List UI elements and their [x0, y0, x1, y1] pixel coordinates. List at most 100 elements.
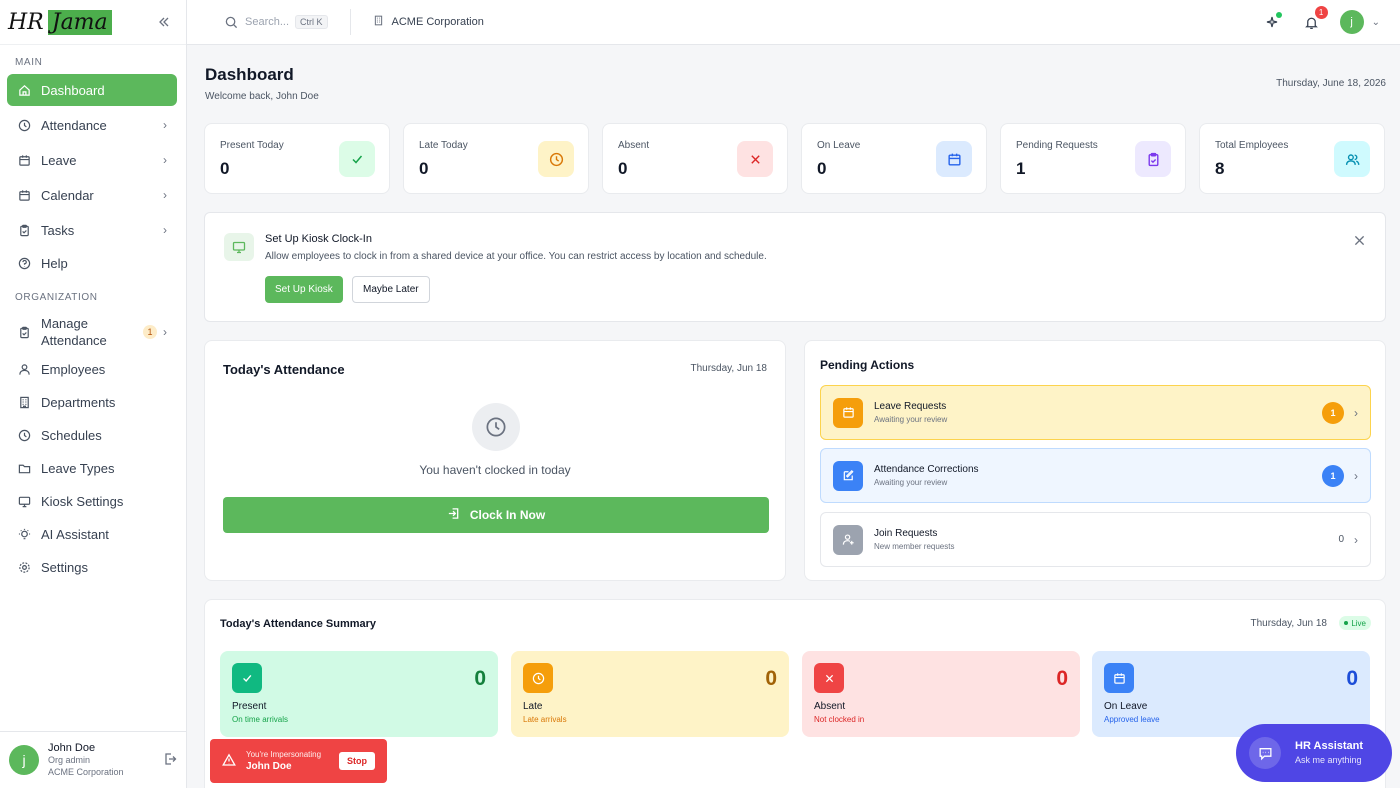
tile-value: 0	[1346, 667, 1358, 690]
notification-badge: 1	[1314, 6, 1328, 19]
sidebar-item-label: Settings	[41, 559, 88, 575]
sidebar-item-kiosk-settings[interactable]: Kiosk Settings	[7, 485, 177, 517]
pending-row-text: Leave Requests Awaiting your review	[874, 400, 947, 426]
org-switcher[interactable]: ACME Corporation	[373, 15, 484, 29]
card-date: Thursday, Jun 18	[1250, 618, 1327, 629]
stat-label: On Leave	[817, 140, 861, 151]
sidebar-item-ai-assistant[interactable]: AI Assistant	[7, 518, 177, 550]
check-icon	[232, 663, 262, 693]
help-circle-icon	[17, 256, 31, 270]
clock-icon	[17, 118, 31, 132]
avatar[interactable]: j	[9, 745, 39, 775]
impersonation-text: You're Impersonating John Doe	[246, 749, 321, 773]
sidebar-item-calendar[interactable]: Calendar ›	[7, 179, 177, 211]
live-label: Live	[1351, 618, 1366, 628]
card-title: Pending Actions	[820, 358, 915, 372]
clock-in-button[interactable]: Clock In Now	[223, 497, 769, 533]
kiosk-description: Allow employees to clock in from a share…	[265, 251, 767, 262]
pending-row-title: Join Requests	[874, 527, 938, 539]
pending-row-join-requests[interactable]: Join Requests New member requests 0 ›	[820, 512, 1371, 567]
edit-icon	[833, 460, 863, 491]
monitor-icon	[224, 233, 254, 261]
sidebar-item-schedules[interactable]: Schedules	[7, 419, 177, 451]
clock-in-label: Clock In Now	[469, 508, 546, 522]
org-name: ACME Corporation	[391, 16, 484, 28]
sidebar-item-label: AI Assistant	[41, 526, 109, 542]
sidebar-item-label-wrap: Manage Attendance	[41, 315, 107, 349]
stat-card-present: Present Today 0	[204, 123, 390, 194]
tile-label: Present	[232, 701, 267, 712]
tile-label: Absent	[814, 701, 846, 712]
section-label-organization: ORGANIZATION	[15, 292, 98, 303]
calendar-icon	[1104, 663, 1134, 693]
monitor-icon	[17, 494, 31, 508]
close-icon[interactable]	[1354, 233, 1365, 249]
sidebar-item-leave[interactable]: Leave ›	[7, 144, 177, 176]
sidebar-item-attendance[interactable]: Attendance ›	[7, 109, 177, 141]
clipboard-check-icon	[17, 325, 31, 339]
avatar[interactable]: j	[1339, 10, 1364, 34]
sidebar-item-dashboard[interactable]: Dashboard	[7, 74, 177, 106]
sidebar-item-label: Help	[41, 255, 68, 271]
logout-icon[interactable]	[163, 752, 177, 769]
assistant-title: HR Assistant	[1295, 740, 1364, 752]
sidebar-item-manage-attendance[interactable]: Manage Attendance 1 ›	[7, 312, 177, 352]
stat-card-on-leave: On Leave 0	[801, 123, 987, 194]
sidebar-item-label: Departments	[41, 394, 116, 410]
sidebar-item-label: Employees	[41, 361, 106, 377]
stop-impersonating-button[interactable]: Stop	[339, 752, 375, 770]
count-badge: 1	[1322, 401, 1344, 424]
gear-icon	[17, 560, 31, 574]
sidebar-user-card: j John Doe Org admin ACME Corporation	[0, 731, 186, 788]
impersonated-user: John Doe	[246, 761, 292, 772]
tile-subtitle: Not clocked in	[814, 715, 865, 724]
pending-row-text: Join Requests New member requests	[874, 527, 954, 553]
stat-label: Absent	[618, 140, 650, 151]
pending-badge: 1	[143, 325, 157, 339]
search-input[interactable]: Search... Ctrl K	[225, 15, 328, 29]
app-logo[interactable]: HR Jama	[8, 9, 112, 35]
pending-row-subtitle: Awaiting your review	[874, 414, 948, 424]
card-title: Today's Attendance	[223, 362, 345, 377]
status-dot	[1275, 12, 1282, 18]
sidebar-item-label: Tasks	[41, 222, 75, 238]
pending-row-title: Attendance Corrections	[874, 463, 979, 475]
sidebar-item-departments[interactable]: Departments	[7, 386, 177, 418]
impersonation-notice: You're Impersonating	[246, 750, 322, 759]
chevron-right-icon: ›	[1354, 532, 1358, 547]
stat-card-late: Late Today 0	[403, 123, 589, 194]
calendar-icon	[936, 141, 972, 177]
sidebar-item-label: Leave	[41, 152, 77, 168]
chevron-down-icon[interactable]: ⌄	[1372, 17, 1380, 28]
maybe-later-button[interactable]: Maybe Later	[352, 276, 430, 303]
sparkle-button[interactable]	[1262, 12, 1282, 32]
sidebar-item-employees[interactable]: Employees	[7, 353, 177, 385]
chevron-right-icon: ›	[163, 188, 167, 202]
pending-row-attendance-corrections[interactable]: Attendance Corrections Awaiting your rev…	[820, 448, 1371, 503]
hr-assistant-button[interactable]: HR Assistant Ask me anything	[1236, 724, 1392, 782]
sidebar-item-label: Leave Types	[41, 460, 115, 476]
notifications-button[interactable]: 1	[1302, 6, 1328, 32]
tile-subtitle: On time arrivals	[232, 715, 289, 724]
pending-row-text: Attendance Corrections Awaiting your rev…	[874, 463, 979, 489]
sidebar-item-help[interactable]: Help	[7, 247, 177, 279]
chat-icon	[1249, 737, 1281, 769]
sidebar-item-leave-types[interactable]: Leave Types	[7, 452, 177, 484]
log-in-icon	[447, 507, 460, 523]
summary-tile-absent[interactable]: 0 Absent Not clocked in	[802, 651, 1080, 737]
clock-icon	[523, 663, 553, 693]
user-plus-icon	[833, 524, 863, 555]
pending-row-subtitle: New member requests	[874, 541, 955, 551]
sidebar-item-settings[interactable]: Settings	[7, 551, 177, 583]
stat-value: 1	[1016, 159, 1026, 178]
sidebar: HR Jama MAIN Dashboard Attendance › Leav…	[0, 0, 187, 788]
collapse-sidebar-button[interactable]	[150, 8, 178, 36]
card-date: Thursday, Jun 18	[690, 363, 767, 374]
set-up-kiosk-button[interactable]: Set Up Kiosk	[265, 276, 343, 303]
card-title: Today's Attendance Summary	[220, 618, 377, 630]
summary-tile-present[interactable]: 0 Present On time arrivals	[220, 651, 498, 737]
summary-tile-late[interactable]: 0 Late Late arrivals	[511, 651, 789, 737]
users-icon	[1334, 141, 1370, 177]
sidebar-item-tasks[interactable]: Tasks ›	[7, 214, 177, 246]
pending-row-leave-requests[interactable]: Leave Requests Awaiting your review 1 ›	[820, 385, 1371, 440]
